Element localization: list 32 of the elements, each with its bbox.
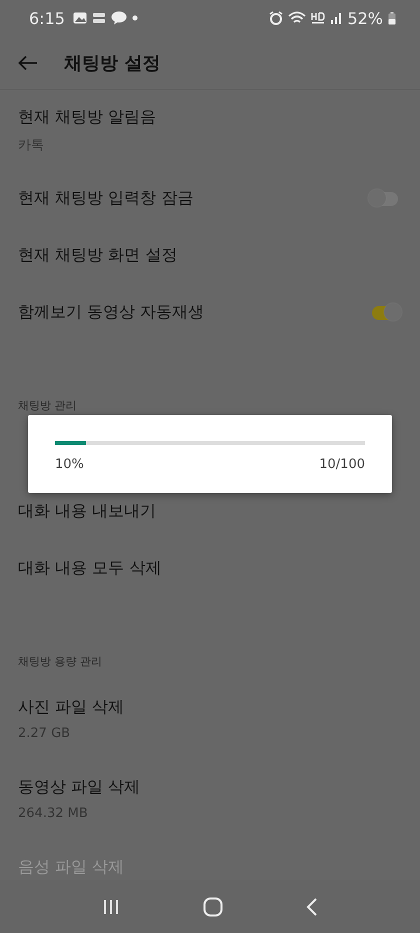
progress-percent: 10% [55,457,84,472]
item-title: 대화 내용 모두 삭제 [18,558,162,579]
item-title: 현재 채팅방 입력창 잠금 [18,188,194,209]
alarm-icon [269,11,284,25]
settings-item[interactable]: 현재 채팅방 입력창 잠금 [0,170,420,227]
item-title: 현재 채팅방 화면 설정 [18,245,178,266]
gallery-icon [72,12,87,24]
back-arrow-icon [18,54,38,70]
hd-voice-icon [311,12,326,24]
home-icon[interactable] [202,896,223,916]
signal-icon [330,12,342,24]
wifi-icon [288,11,306,25]
screen-title: 채팅방 설정 [64,52,160,74]
battery-percent: 52% [347,8,383,28]
status-time: 6:15 [29,8,65,28]
item-title: 사진 파일 삭제 [18,697,126,718]
item-title: 함께보기 동영상 자동재생 [18,302,206,323]
dot-icon [132,15,138,21]
item-title: 현재 채팅방 알림음 [18,106,158,128]
chat-bubble-icon [110,11,127,25]
recent-apps-icon[interactable] [102,898,120,914]
settings-item[interactable]: 현재 채팅방 화면 설정 [0,227,420,284]
progress-count: 10/100 [319,457,365,472]
battery-icon [388,12,396,24]
item-title: 동영상 파일 삭제 [18,777,142,798]
settings-item[interactable]: 함께보기 동영상 자동재생 [0,284,420,341]
section-header: 채팅방 용량 관리 [17,654,103,670]
item-title: 대화 내용 내보내기 [18,501,158,522]
app-icon [92,12,106,24]
back-icon[interactable] [306,896,318,916]
settings-item[interactable]: 대화 내용 모두 삭제 [0,540,420,597]
section-header: 채팅방 관리 [17,398,78,414]
